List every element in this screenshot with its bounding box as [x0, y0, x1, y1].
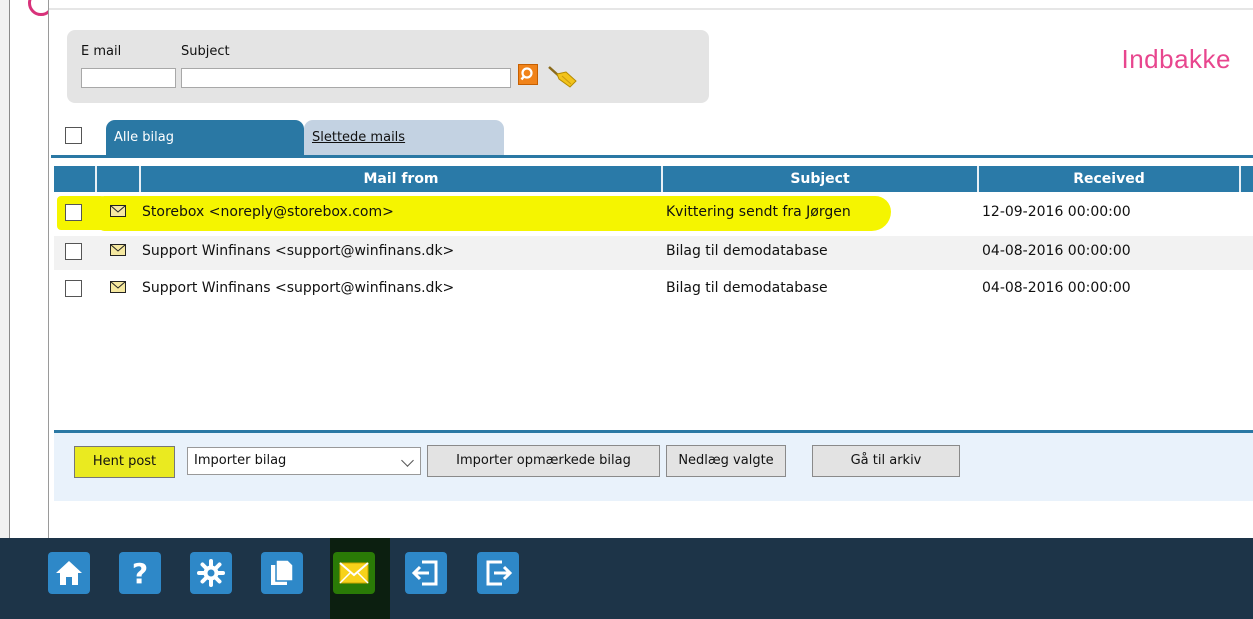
documents-button[interactable] — [261, 552, 303, 594]
fetch-mail-button[interactable]: Hent post — [74, 446, 175, 478]
tab-alle-bilag[interactable]: Alle bilag — [106, 120, 304, 156]
email-label: E mail — [81, 44, 122, 59]
mail-received: 12-09-2016 00:00:00 — [982, 204, 1131, 220]
settings-icon — [197, 559, 225, 587]
row-checkbox[interactable] — [65, 243, 82, 260]
logout-button[interactable] — [477, 552, 519, 594]
column-header-received[interactable]: Received — [979, 166, 1241, 192]
subject-label: Subject — [181, 44, 230, 59]
mail-received: 04-08-2016 00:00:00 — [982, 243, 1131, 259]
mail-received: 04-08-2016 00:00:00 — [982, 280, 1131, 296]
settings-button[interactable] — [190, 552, 232, 594]
go-to-archive-button[interactable]: Gå til arkiv — [812, 445, 960, 477]
table-header: Mail from Subject Received — [54, 166, 1253, 192]
table-row[interactable]: Storebox <noreply@storebox.com> Kvitteri… — [54, 197, 1253, 231]
tab-slettede-mails[interactable]: Slettede mails — [304, 120, 504, 156]
import-select-value: Importer bilag — [194, 453, 287, 468]
action-bar: Hent post Importer bilag Importer opmærk… — [54, 430, 1253, 501]
inbox-window: E mail Subject Indbakke Alle bilag Slett… — [48, 0, 1253, 538]
mail-from: Support Winfinans <support@winfinans.dk> — [142, 280, 455, 296]
select-all-checkbox[interactable] — [65, 127, 82, 144]
import-select[interactable]: Importer bilag — [187, 447, 421, 475]
svg-text:?: ? — [132, 557, 148, 590]
search-button[interactable] — [518, 64, 538, 85]
subject-search-input[interactable] — [181, 68, 511, 88]
mail-button[interactable] — [333, 552, 375, 594]
clear-broom-icon[interactable] — [546, 64, 580, 90]
table-top-border — [51, 155, 1253, 158]
left-window-edge — [0, 0, 54, 538]
help-button[interactable]: ? — [119, 552, 161, 594]
mail-subject: Bilag til demodatabase — [666, 243, 828, 259]
mail-icon — [339, 562, 369, 584]
chevron-down-icon — [401, 454, 414, 467]
mail-subject: Bilag til demodatabase — [666, 280, 828, 296]
mail-subject: Kvittering sendt fra Jørgen — [666, 204, 851, 220]
envelope-icon — [110, 244, 126, 256]
home-button[interactable] — [48, 552, 90, 594]
import-marked-button[interactable]: Importer opmærkede bilag — [427, 445, 660, 477]
window-top-border — [49, 8, 1253, 10]
column-header-subject[interactable]: Subject — [663, 166, 979, 192]
login-button[interactable] — [405, 552, 447, 594]
header-icon-column — [97, 166, 141, 192]
help-icon: ? — [132, 557, 148, 590]
delete-selected-button[interactable]: Nedlæg valgte — [666, 445, 786, 477]
login-icon — [411, 560, 438, 586]
bottom-taskbar: ? — [0, 538, 1253, 619]
mail-from: Support Winfinans <support@winfinans.dk> — [142, 243, 455, 259]
email-search-input[interactable] — [81, 68, 176, 88]
logout-icon — [486, 560, 513, 586]
row-checkbox[interactable] — [65, 204, 82, 221]
envelope-icon — [110, 205, 126, 217]
mail-from: Storebox <noreply@storebox.com> — [142, 204, 394, 220]
header-checkbox-column — [54, 166, 97, 192]
home-icon — [56, 561, 82, 585]
row-checkbox[interactable] — [65, 280, 82, 297]
documents-icon — [271, 559, 294, 585]
page-title: Indbakke — [1121, 44, 1231, 74]
table-row[interactable]: Support Winfinans <support@winfinans.dk>… — [54, 273, 1253, 307]
column-header-mail-from[interactable]: Mail from — [141, 166, 663, 192]
search-icon — [520, 67, 533, 81]
envelope-icon — [110, 281, 126, 293]
table-row[interactable]: Support Winfinans <support@winfinans.dk>… — [54, 236, 1253, 270]
search-panel: E mail Subject — [67, 30, 709, 103]
